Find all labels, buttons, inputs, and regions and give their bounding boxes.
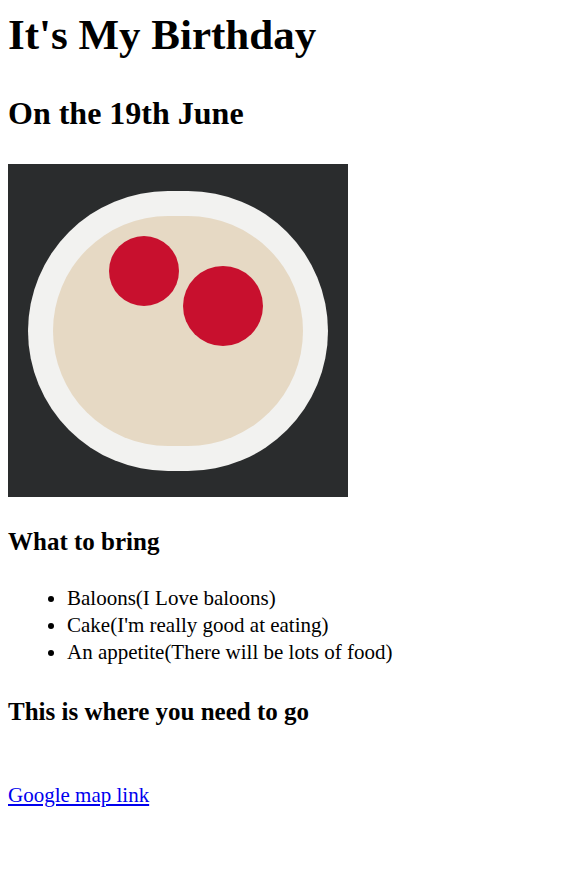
cake-plate xyxy=(28,191,328,471)
heart-decoration xyxy=(109,236,179,306)
cake xyxy=(53,216,303,446)
heart-decoration xyxy=(183,266,263,346)
page-subtitle: On the 19th June xyxy=(8,95,574,132)
bring-item: Cake(I'm really good at eating) xyxy=(67,612,574,639)
bring-item: An appetite(There will be lots of food) xyxy=(67,639,574,666)
bring-list: Baloons(I Love baloons)Cake(I'm really g… xyxy=(8,585,574,666)
page-title: It's My Birthday xyxy=(8,10,574,59)
map-link[interactable]: Google map link xyxy=(8,783,149,807)
bring-item: Baloons(I Love baloons) xyxy=(67,585,574,612)
section-heading: What to bring xyxy=(8,527,574,556)
page: It's My Birthday On the 19th June What to … xyxy=(0,0,582,880)
section-heading: This is where you need to go xyxy=(8,697,574,726)
cake-photo xyxy=(8,164,348,497)
